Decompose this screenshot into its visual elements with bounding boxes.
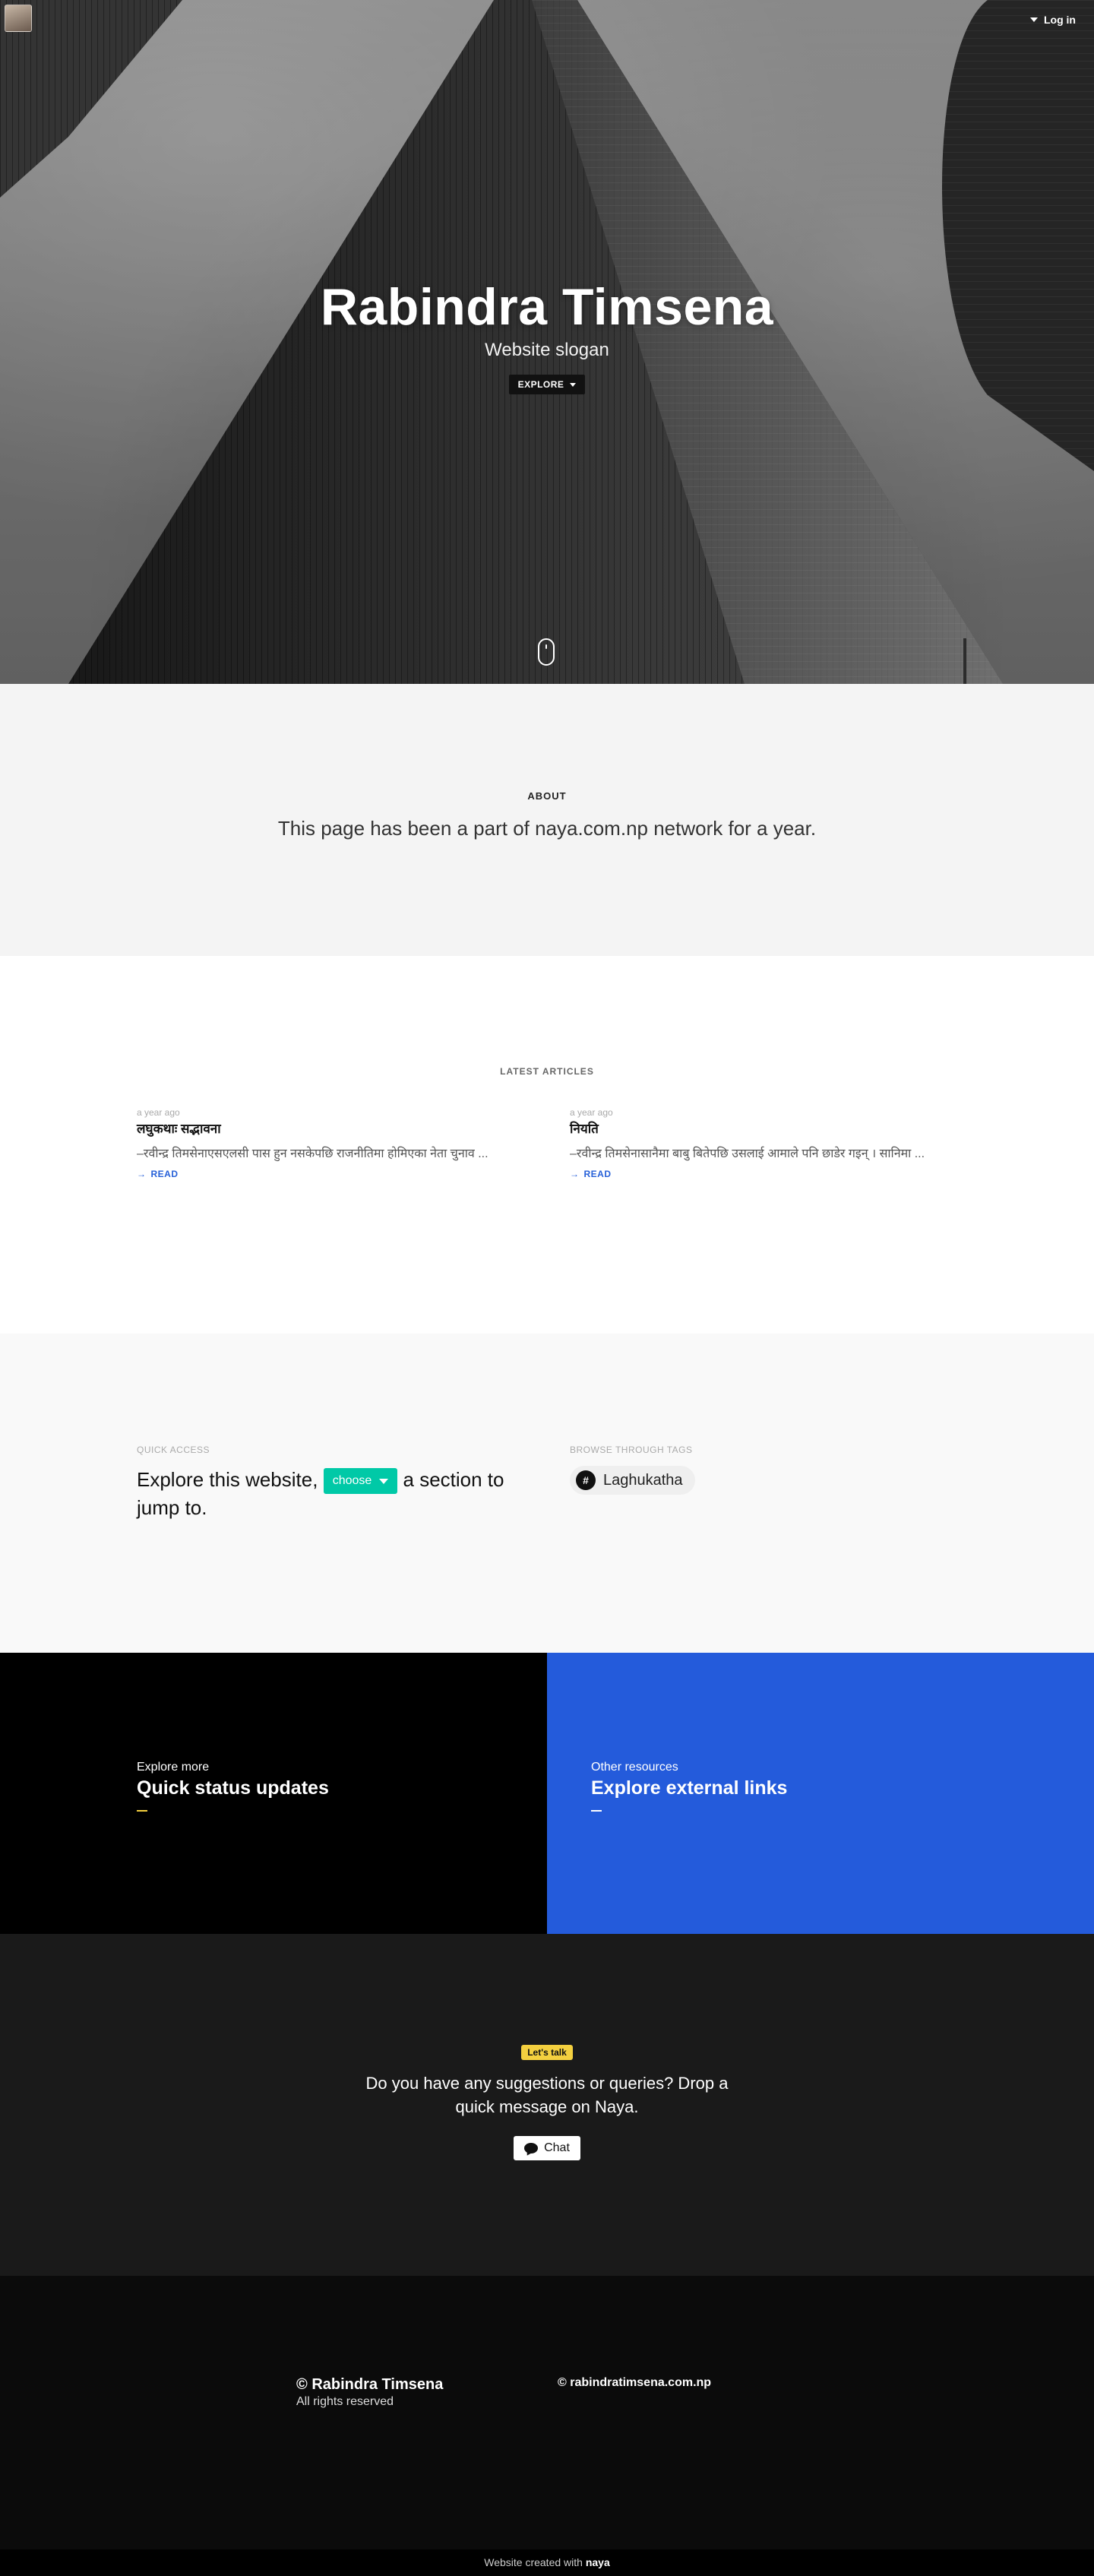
login-label: Log in (1044, 14, 1076, 26)
article-title[interactable]: नियति (570, 1119, 957, 1137)
created-with-bar: Website created with naya (0, 2549, 1094, 2576)
contact-text: Do you have any suggestions or queries? … (365, 2074, 729, 2116)
chat-button[interactable]: Chat (514, 2135, 580, 2160)
lets-talk-badge: Let's talk (521, 2045, 573, 2060)
quick-access-section: QUICK ACCESS Explore this website, choos… (0, 1334, 1094, 1653)
created-prefix: Website created with (484, 2556, 583, 2568)
quick-access-label: QUICK ACCESS (137, 1445, 210, 1455)
copyright-icon: © (296, 2376, 308, 2393)
article-card[interactable]: a year ago लघुकथाः सद्भावना –रवीन्द्र ति… (137, 1107, 524, 1181)
footer-name: Rabindra Timsena (311, 2376, 444, 2393)
quick-text-before: Explore this website, (137, 1468, 318, 1491)
choose-section-dropdown[interactable]: choose (323, 1467, 398, 1495)
tag-chip[interactable]: # Laghukatha (570, 1466, 695, 1495)
quick-access-text: Explore this website, choose a section t… (137, 1466, 524, 1522)
explore-label: EXPLORE (517, 379, 564, 390)
login-button[interactable]: Log in (1030, 14, 1076, 26)
footer-rights: All rights reserved (296, 2395, 394, 2408)
divider-dash (137, 1810, 147, 1812)
chat-bubble-icon (524, 2142, 539, 2154)
external-links-link[interactable]: Other resources Explore external links (547, 1653, 1094, 1934)
caret-down-icon (570, 382, 577, 387)
split-left-subtitle: Explore more (137, 1761, 210, 1774)
about-label: ABOUT (527, 790, 567, 802)
footer-domain: rabindratimsena.com.np (570, 2376, 712, 2389)
article-time: a year ago (137, 1107, 180, 1118)
avatar[interactable] (5, 5, 32, 32)
read-label: READ (583, 1168, 612, 1179)
split-left-title: Quick status updates (137, 1777, 329, 1799)
article-excerpt: –रवीन्द्र तिमसेनासानैमा बाबु बितेपछि उसल… (570, 1147, 925, 1160)
footer: © Rabindra Timsena All rights reserved ©… (0, 2276, 1094, 2549)
split-right-title: Explore external links (591, 1777, 788, 1799)
article-title[interactable]: लघुकथाः सद्भावना (137, 1119, 524, 1137)
tag-label: Laghukatha (603, 1471, 683, 1489)
about-text: This page has been a part of naya.com.np… (277, 817, 817, 840)
contact-section: Let's talk Do you have any suggestions o… (0, 1934, 1094, 2276)
split-section: Explore more Quick status updates Other … (0, 1653, 1094, 1934)
hash-icon: # (576, 1470, 596, 1490)
read-link[interactable]: → READ (570, 1169, 612, 1179)
chat-label: Chat (544, 2141, 570, 2154)
choose-label: choose (332, 1473, 372, 1487)
copyright-icon: © (558, 2376, 567, 2389)
naya-brand-link[interactable]: naya (586, 2556, 610, 2568)
read-link[interactable]: → READ (137, 1169, 179, 1179)
divider-dash (591, 1810, 602, 1812)
split-right-subtitle: Other resources (591, 1761, 678, 1774)
latest-articles-section: LATEST ARTICLES a year ago लघुकथाः सद्भा… (0, 956, 1094, 1334)
arrow-right-icon: → (137, 1168, 147, 1179)
about-section: ABOUT This page has been a part of naya.… (0, 684, 1094, 956)
arrow-right-icon: → (570, 1168, 580, 1179)
footer-domain-link[interactable]: © rabindratimsena.com.np (558, 2376, 711, 2409)
hero-section: Log in Rabindra Timsena Website slogan E… (0, 0, 1094, 684)
footer-copyright-name: © Rabindra Timsena (296, 2376, 558, 2394)
quick-status-updates-link[interactable]: Explore more Quick status updates (0, 1653, 547, 1934)
caret-down-icon (1030, 17, 1038, 22)
site-title: Rabindra Timsena (320, 278, 774, 336)
read-label: READ (150, 1168, 179, 1179)
article-card[interactable]: a year ago नियति –रवीन्द्र तिमसेनासानैमा… (570, 1107, 957, 1181)
latest-articles-label: LATEST ARTICLES (500, 1066, 594, 1077)
explore-button[interactable]: EXPLORE (508, 375, 586, 394)
caret-down-icon (379, 1478, 389, 1484)
article-excerpt: –रवीन्द्र तिमसेनाएसएलसी पास हुन नसकेपछि … (137, 1147, 489, 1160)
article-time: a year ago (570, 1107, 613, 1118)
tags-label: BROWSE THROUGH TAGS (570, 1445, 693, 1455)
site-slogan: Website slogan (485, 340, 609, 360)
scroll-mouse-icon[interactable] (538, 638, 555, 666)
